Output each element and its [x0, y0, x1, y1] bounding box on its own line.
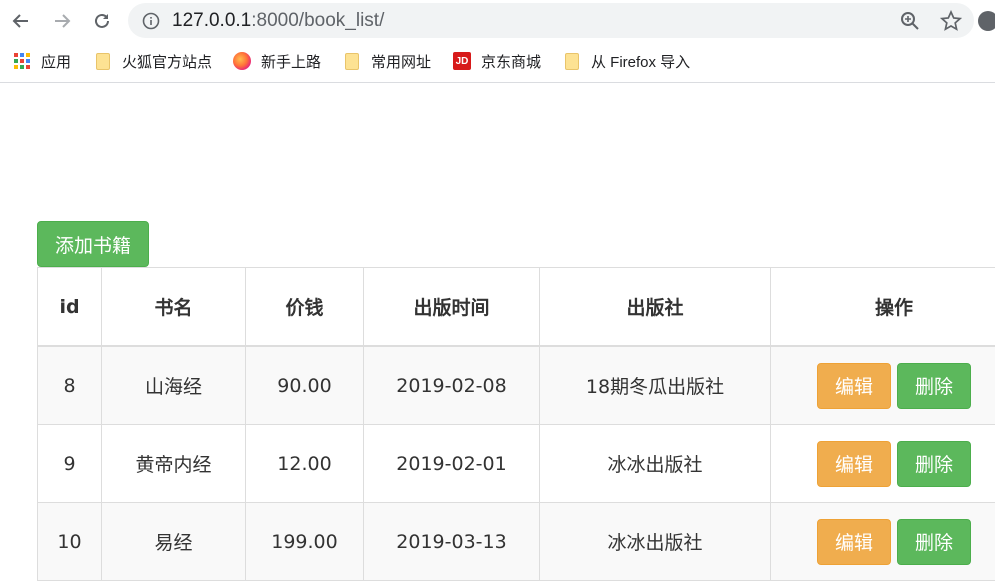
table-row: 8 山海经 90.00 2019-02-08 18期冬瓜出版社 编辑 删除: [38, 346, 995, 425]
arrow-left-icon: [11, 11, 31, 31]
table-row: 10 易经 199.00 2019-03-13 冰冰出版社 编辑 删除: [38, 503, 995, 581]
bookmark-label: 京东商城: [481, 51, 541, 72]
cell-price: 12.00: [246, 425, 364, 503]
arrow-right-icon: [52, 11, 72, 31]
info-icon[interactable]: [142, 12, 160, 30]
cell-publisher: 冰冰出版社: [540, 503, 771, 581]
bookmark-label: 应用: [41, 51, 71, 72]
cell-title: 易经: [102, 503, 246, 581]
cell-date: 2019-02-01: [364, 425, 540, 503]
bookmark-firefox-import[interactable]: 从 Firefox 导入: [563, 50, 690, 72]
forward-button[interactable]: [49, 8, 75, 34]
header-publisher: 出版社: [540, 268, 771, 347]
cell-id: 8: [38, 346, 102, 425]
bookmark-label: 从 Firefox 导入: [591, 51, 690, 72]
bookmark-firefox-site[interactable]: 火狐官方站点: [94, 50, 212, 72]
table-row: 9 黄帝内经 12.00 2019-02-01 冰冰出版社 编辑 删除: [38, 425, 995, 503]
edit-button[interactable]: 编辑: [817, 363, 891, 409]
header-date: 出版时间: [364, 268, 540, 347]
bookmark-label: 火狐官方站点: [122, 51, 212, 72]
cell-date: 2019-02-08: [364, 346, 540, 425]
bookmark-apps[interactable]: 应用: [13, 50, 71, 72]
header-price: 价钱: [246, 268, 364, 347]
cell-actions: 编辑 删除: [771, 346, 995, 425]
apps-grid-icon: [13, 52, 31, 70]
folder-icon: [563, 52, 581, 70]
bookmark-jd[interactable]: JD 京东商城: [453, 50, 541, 72]
url-path: :8000/book_list/: [251, 10, 384, 31]
bookmarks-bar: 应用 火狐官方站点 新手上路 常用网址 JD 京东商城 从 Firefox 导入: [0, 42, 995, 83]
reload-icon: [92, 11, 112, 31]
bookmark-label: 常用网址: [371, 51, 431, 72]
star-icon[interactable]: [940, 10, 962, 32]
back-button[interactable]: [8, 8, 34, 34]
zoom-icon[interactable]: [900, 11, 920, 31]
cell-title: 黄帝内经: [102, 425, 246, 503]
bookmark-common-sites[interactable]: 常用网址: [343, 50, 431, 72]
cell-actions: 编辑 删除: [771, 425, 995, 503]
address-bar[interactable]: 127.0.0.1:8000/book_list/: [128, 3, 974, 38]
cell-actions: 编辑 删除: [771, 503, 995, 581]
table-header-row: id 书名 价钱 出版时间 出版社 操作: [38, 268, 995, 347]
header-id: id: [38, 268, 102, 347]
cell-publisher: 18期冬瓜出版社: [540, 346, 771, 425]
folder-icon: [94, 52, 112, 70]
bookmark-label: 新手上路: [261, 51, 321, 72]
cell-id: 10: [38, 503, 102, 581]
cell-price: 90.00: [246, 346, 364, 425]
folder-icon: [343, 52, 361, 70]
browser-toolbar: 127.0.0.1:8000/book_list/: [0, 0, 995, 42]
jd-icon: JD: [453, 52, 471, 70]
bookmark-getting-started[interactable]: 新手上路: [233, 50, 321, 72]
edit-button[interactable]: 编辑: [817, 519, 891, 565]
delete-button[interactable]: 删除: [897, 441, 971, 487]
cell-publisher: 冰冰出版社: [540, 425, 771, 503]
edit-button[interactable]: 编辑: [817, 441, 891, 487]
book-table: id 书名 价钱 出版时间 出版社 操作 8 山海经 90.00 2019-02…: [37, 267, 995, 581]
cell-id: 9: [38, 425, 102, 503]
header-actions: 操作: [771, 268, 995, 347]
url-text[interactable]: 127.0.0.1:8000/book_list/: [172, 10, 384, 32]
reload-button[interactable]: [89, 8, 115, 34]
cell-title: 山海经: [102, 346, 246, 425]
profile-avatar[interactable]: [978, 11, 995, 31]
add-book-button[interactable]: 添加书籍: [37, 221, 149, 267]
url-host: 127.0.0.1: [172, 10, 251, 31]
cell-price: 199.00: [246, 503, 364, 581]
delete-button[interactable]: 删除: [897, 519, 971, 565]
cell-date: 2019-03-13: [364, 503, 540, 581]
header-title: 书名: [102, 268, 246, 347]
delete-button[interactable]: 删除: [897, 363, 971, 409]
firefox-icon: [233, 52, 251, 70]
